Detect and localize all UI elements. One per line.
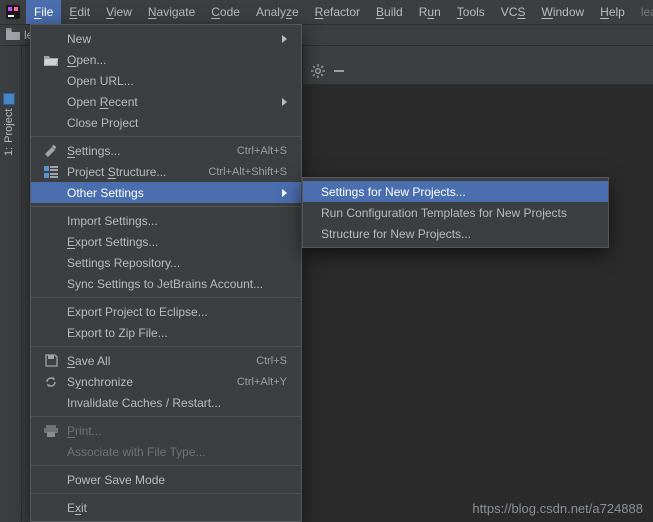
- submenu-settings-new-projects[interactable]: Settings for New Projects...: [303, 181, 608, 202]
- minimize-icon[interactable]: [333, 65, 345, 80]
- menu-separator: [31, 346, 301, 347]
- menu-export-eclipse[interactable]: Export Project to Eclipse...: [31, 301, 301, 322]
- menu-open-url[interactable]: Open URL...: [31, 70, 301, 91]
- save-icon: [43, 353, 59, 369]
- menu-new[interactable]: New: [31, 28, 301, 49]
- menu-refactor[interactable]: Refactor: [307, 0, 368, 24]
- menu-close-project[interactable]: Close Project: [31, 112, 301, 133]
- app-icon: [6, 3, 20, 21]
- menu-import-settings[interactable]: Import Settings...: [31, 210, 301, 231]
- menu-help[interactable]: Help: [592, 0, 633, 24]
- gear-icon[interactable]: [311, 64, 325, 81]
- menu-print[interactable]: Print...: [31, 420, 301, 441]
- sidebar-tab-project[interactable]: 1: Project: [3, 93, 15, 156]
- menu-build[interactable]: Build: [368, 0, 411, 24]
- menu-file[interactable]: File: [26, 0, 61, 24]
- menu-separator: [31, 297, 301, 298]
- menu-settings[interactable]: Settings... Ctrl+Alt+S: [31, 140, 301, 161]
- menu-sync-jetbrains[interactable]: Sync Settings to JetBrains Account...: [31, 273, 301, 294]
- left-sidebar: 1: Project: [0, 46, 22, 522]
- menu-analyze[interactable]: Analyze: [248, 0, 307, 24]
- menu-export-settings[interactable]: Export Settings...: [31, 231, 301, 252]
- menubar-trail: learn: [633, 0, 653, 24]
- editor-toolbar: [303, 60, 353, 84]
- menu-window[interactable]: Window: [533, 0, 592, 24]
- menu-separator: [31, 416, 301, 417]
- wrench-icon: [43, 143, 59, 159]
- menu-edit[interactable]: Edit: [61, 0, 98, 24]
- menu-separator: [31, 465, 301, 466]
- menu-navigate[interactable]: Navigate: [140, 0, 203, 24]
- menu-associate-file-type[interactable]: Associate with File Type...: [31, 441, 301, 462]
- folder-icon: [6, 28, 20, 43]
- file-menu-dropdown: New Open... Open URL... Open Recent Clos…: [30, 24, 302, 522]
- open-folder-icon: [43, 52, 59, 68]
- menu-invalidate-caches[interactable]: Invalidate Caches / Restart...: [31, 392, 301, 413]
- watermark: https://blog.csdn.net/a724888: [472, 501, 643, 516]
- menu-settings-repository[interactable]: Settings Repository...: [31, 252, 301, 273]
- menu-separator: [31, 206, 301, 207]
- menubar: File Edit View Navigate Code Analyze Ref…: [0, 0, 653, 24]
- chevron-right-icon: [282, 35, 287, 43]
- menu-open[interactable]: Open...: [31, 49, 301, 70]
- menu-view[interactable]: View: [98, 0, 140, 24]
- project-icon: [3, 93, 15, 105]
- submenu-structure-new-projects[interactable]: Structure for New Projects...: [303, 223, 608, 244]
- sync-icon: [43, 374, 59, 390]
- other-settings-submenu: Settings for New Projects... Run Configu…: [302, 177, 609, 248]
- menu-vcs[interactable]: VCS: [493, 0, 534, 24]
- menu-synchronize[interactable]: Synchronize Ctrl+Alt+Y: [31, 371, 301, 392]
- menu-save-all[interactable]: Save All Ctrl+S: [31, 350, 301, 371]
- chevron-right-icon: [282, 98, 287, 106]
- menu-open-recent[interactable]: Open Recent: [31, 91, 301, 112]
- menu-run[interactable]: Run: [411, 0, 449, 24]
- menu-tools[interactable]: Tools: [449, 0, 493, 24]
- submenu-run-config-templates[interactable]: Run Configuration Templates for New Proj…: [303, 202, 608, 223]
- chevron-right-icon: [282, 189, 287, 197]
- menu-export-zip[interactable]: Export to Zip File...: [31, 322, 301, 343]
- print-icon: [43, 423, 59, 439]
- menu-other-settings[interactable]: Other Settings: [31, 182, 301, 203]
- editor-area: [303, 84, 653, 522]
- menu-exit[interactable]: Exit: [31, 497, 301, 518]
- project-structure-icon: [43, 164, 59, 180]
- menu-power-save[interactable]: Power Save Mode: [31, 469, 301, 490]
- menu-code[interactable]: Code: [203, 0, 248, 24]
- menu-project-structure[interactable]: Project Structure... Ctrl+Alt+Shift+S: [31, 161, 301, 182]
- menu-separator: [31, 136, 301, 137]
- menu-separator: [31, 493, 301, 494]
